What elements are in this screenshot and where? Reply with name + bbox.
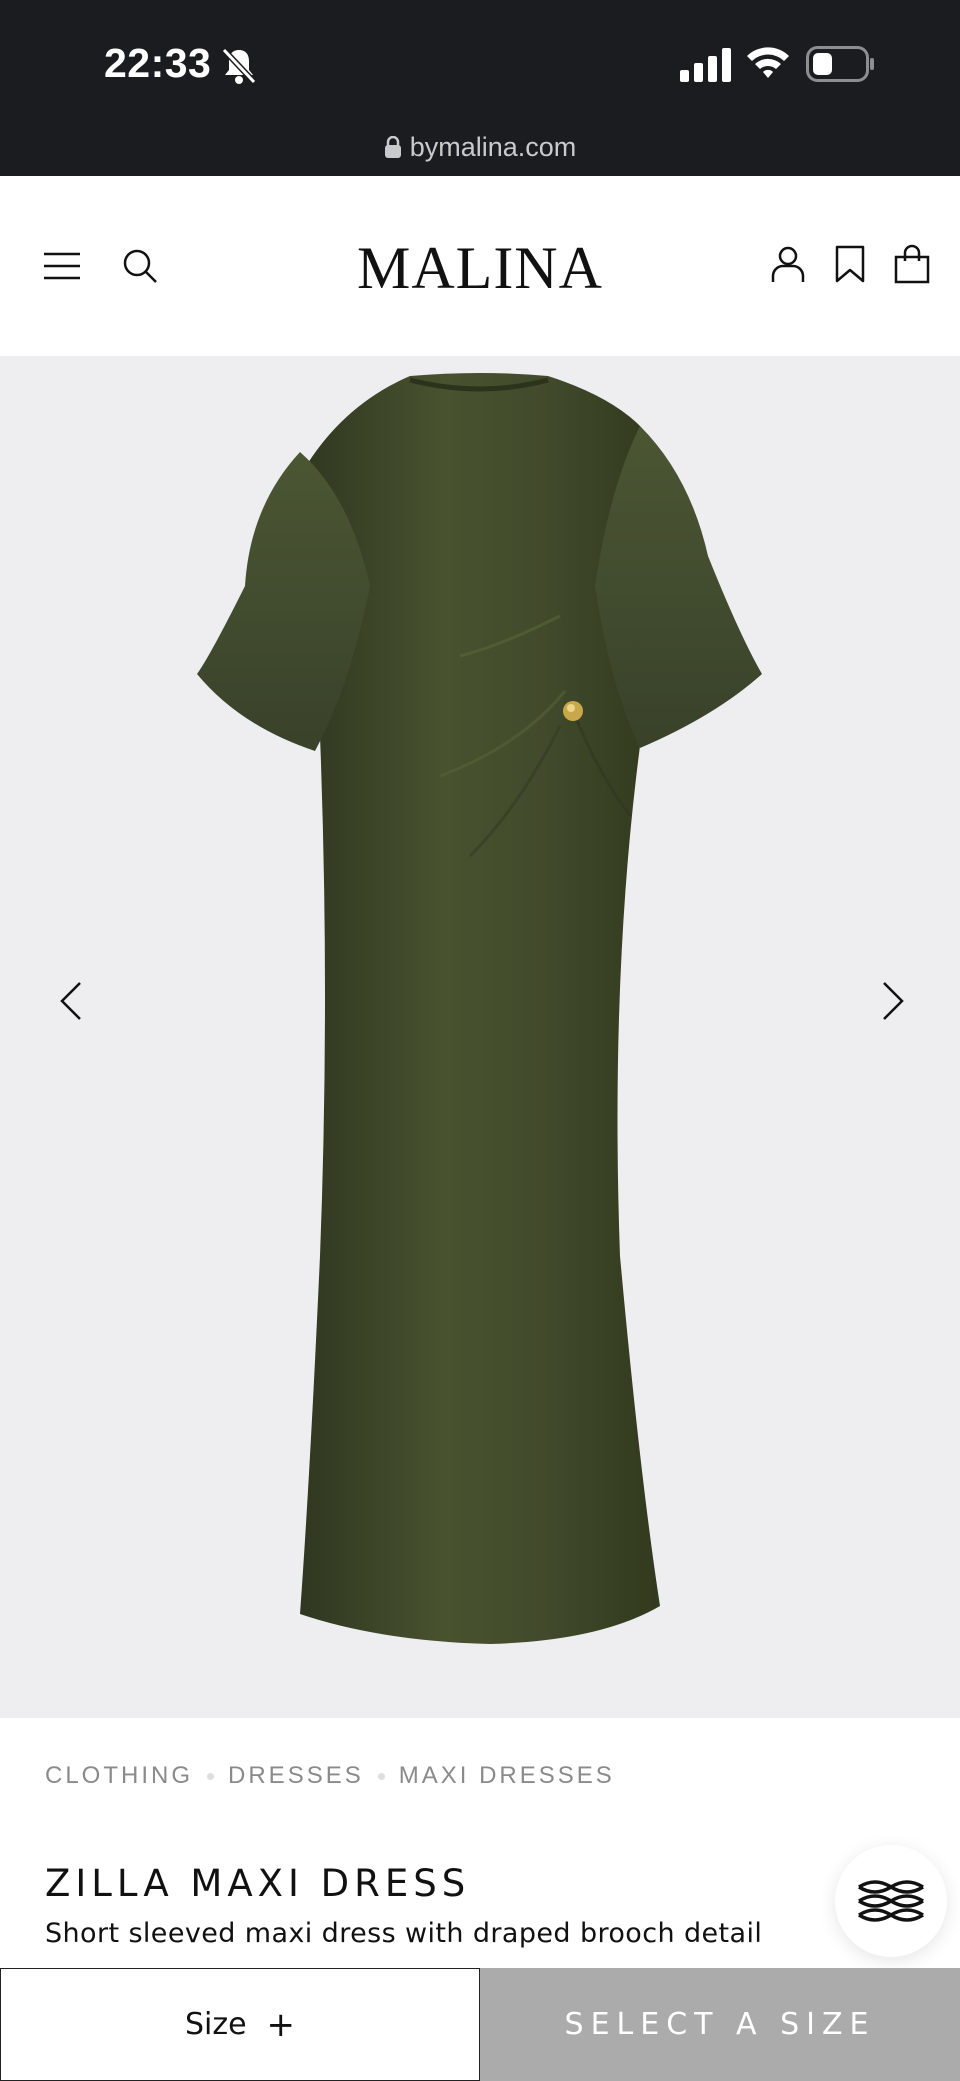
product-title: ZILLA MAXI DRESS xyxy=(45,1862,471,1905)
previous-image-arrow-icon[interactable] xyxy=(48,961,98,1041)
breadcrumb-separator xyxy=(207,1772,215,1780)
bell-muted-icon xyxy=(221,47,257,85)
product-image-gallery[interactable] xyxy=(0,356,960,1718)
select-size-button[interactable]: SELECT A SIZE xyxy=(480,1968,960,2081)
plus-icon: + xyxy=(266,2004,296,2045)
bag-icon[interactable] xyxy=(892,244,932,284)
url-text: bymalina.com xyxy=(409,132,577,162)
breadcrumb: CLOTHING DRESSES MAXI DRESSES xyxy=(45,1762,615,1790)
next-image-arrow-icon[interactable] xyxy=(866,961,916,1041)
product-image xyxy=(197,373,762,1644)
bookmark-icon[interactable] xyxy=(830,244,870,284)
battery-icon xyxy=(806,46,874,82)
chat-button[interactable] xyxy=(835,1845,947,1957)
status-time: 22:33 xyxy=(104,40,212,86)
size-selector-button[interactable]: Size + xyxy=(0,1968,480,2081)
site-header: MALINA xyxy=(0,176,960,356)
size-label: Size xyxy=(184,2007,247,2042)
signal-icon xyxy=(680,48,731,82)
breadcrumb-item-dresses[interactable]: DRESSES xyxy=(228,1762,364,1790)
chat-logo-icon xyxy=(858,1880,924,1922)
breadcrumb-item-maxi-dresses[interactable]: MAXI DRESSES xyxy=(399,1762,615,1790)
status-bar: 22:33 bymalina.com xyxy=(0,0,960,176)
site-logo[interactable]: MALINA xyxy=(0,234,960,303)
product-description: Short sleeved maxi dress with draped bro… xyxy=(45,1918,763,1949)
breadcrumb-separator xyxy=(377,1772,385,1780)
lock-icon xyxy=(384,136,401,158)
url-bar[interactable]: bymalina.com xyxy=(0,132,960,163)
breadcrumb-item-clothing[interactable]: CLOTHING xyxy=(45,1762,193,1790)
wifi-icon xyxy=(747,47,789,78)
account-icon[interactable] xyxy=(768,244,808,284)
